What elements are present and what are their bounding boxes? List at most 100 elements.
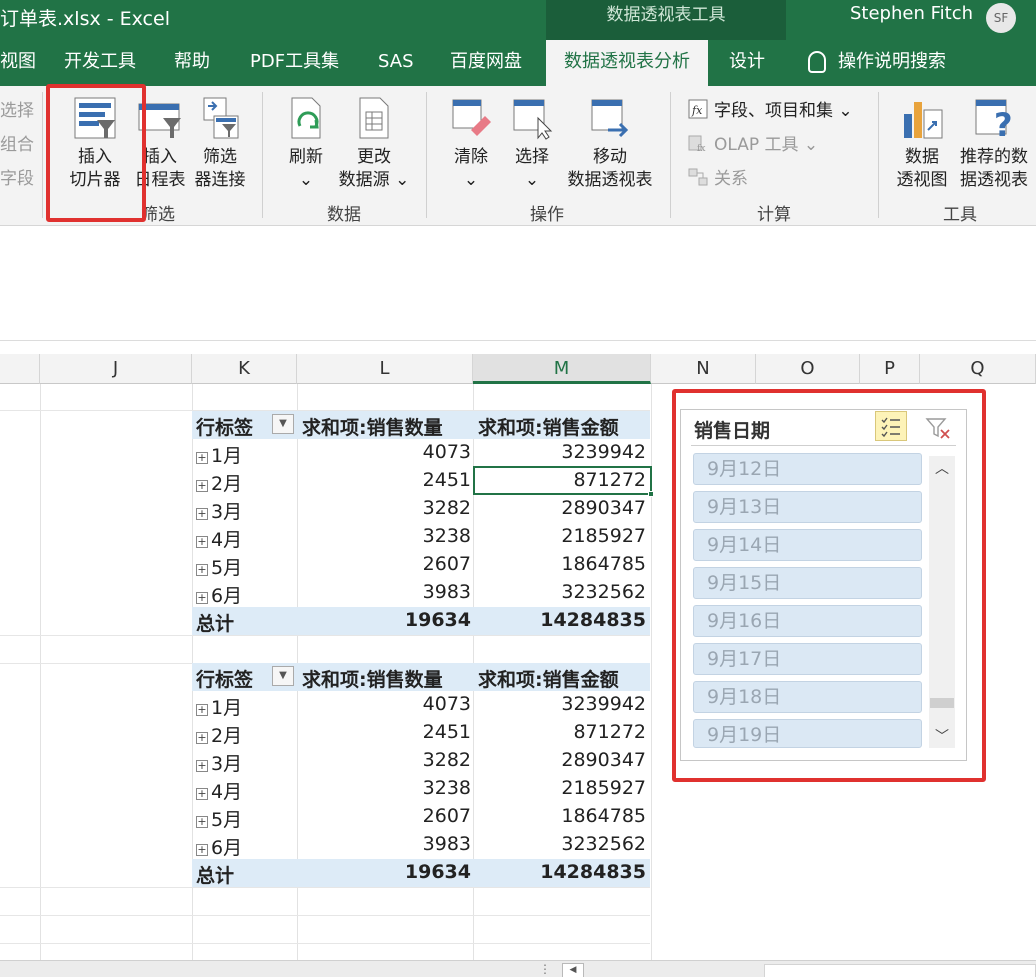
expand-icon[interactable]: + — [196, 732, 208, 744]
pivot1-row[interactable]: +4月 3238 2185927 — [192, 523, 650, 551]
pivot1-row[interactable]: +5月 2607 1864785 — [192, 551, 650, 579]
pivot2-row[interactable]: +4月 3238 2185927 — [192, 775, 650, 803]
change-data-source-button[interactable]: 更改 数据源 ⌄ — [336, 96, 412, 192]
clear-icon — [452, 99, 491, 136]
column-header-o[interactable]: O — [756, 354, 860, 384]
tab-developer[interactable]: 开发工具 — [64, 40, 136, 86]
move-pivottable-button[interactable]: 移动 数据透视表 — [562, 96, 658, 192]
qty-value: 3238 — [422, 525, 471, 547]
pivot2-row[interactable]: +3月 3282 2890347 — [192, 747, 650, 775]
select-icon — [513, 99, 553, 140]
relationships-icon — [688, 168, 708, 186]
expand-icon[interactable]: + — [196, 508, 208, 520]
field-button[interactable]: 字段 — [0, 164, 34, 189]
relationships-button[interactable]: 关系 — [688, 164, 748, 189]
select-button[interactable]: 选择 ⌄ — [508, 96, 556, 192]
grand-total-label: 总计 — [196, 613, 235, 635]
filter-connections-label-1: 筛选 — [203, 147, 237, 167]
actions-group-label: 操作 — [530, 205, 564, 225]
expand-icon[interactable]: + — [196, 844, 208, 856]
qty-value: 2451 — [422, 721, 471, 743]
recommended-pivottables-button[interactable]: ? 推荐的数 据透视表 — [954, 96, 1034, 192]
select-group-button[interactable]: 选择 — [0, 96, 34, 121]
column-header-k[interactable]: K — [192, 354, 297, 384]
expand-icon[interactable]: + — [196, 788, 208, 800]
qty-value: 2607 — [422, 553, 471, 575]
column-header-l[interactable]: L — [297, 354, 473, 384]
fields-items-sets-button[interactable]: fx 字段、项目和集 ⌄ — [688, 96, 853, 121]
tell-me-search[interactable]: 操作说明搜索 — [808, 40, 946, 86]
olap-tools-button[interactable]: fx OLAP 工具 ⌄ — [688, 130, 818, 155]
tab-pdf-tools[interactable]: PDF工具集 — [250, 40, 339, 86]
olap-icon: fx — [688, 135, 705, 154]
column-header-j[interactable]: J — [40, 354, 192, 384]
pivot1-total-row[interactable]: 总计 19634 14284835 — [192, 607, 650, 635]
row-labels-filter-button[interactable]: ▼ — [272, 666, 294, 686]
month-label: 3月 — [211, 753, 243, 775]
tab-baidu-netdisk[interactable]: 百度网盘 — [450, 40, 522, 86]
row-labels-filter-button[interactable]: ▼ — [272, 414, 294, 434]
refresh-icon — [291, 97, 321, 139]
pivot2-row[interactable]: +1月 4073 3239942 — [192, 691, 650, 719]
expand-icon[interactable]: + — [196, 480, 208, 492]
expand-icon[interactable]: + — [196, 564, 208, 576]
expand-icon[interactable]: + — [196, 816, 208, 828]
clear-label-1: 清除 — [454, 147, 488, 167]
move-pivot-label-1: 移动 — [593, 147, 627, 167]
horizontal-scrollbar[interactable] — [764, 964, 1036, 977]
grand-total-qty: 19634 — [404, 609, 471, 631]
select-dropdown: ⌄ — [524, 170, 540, 190]
column-header-i[interactable] — [0, 354, 40, 384]
expand-icon[interactable]: + — [196, 536, 208, 548]
gridline — [0, 915, 650, 916]
pivot2-row[interactable]: +2月 2451 871272 — [192, 719, 650, 747]
lightbulb-icon — [808, 51, 826, 73]
sheet-tab-splitter[interactable]: ⋮ — [539, 962, 551, 976]
pivot2-header-row: 行标签 ▼ 求和项:销售数量 求和项:销售金额 — [192, 663, 650, 691]
user-name[interactable]: Stephen Fitch — [850, 3, 973, 24]
fx-icon: fx — [688, 99, 708, 119]
pivot2-total-row[interactable]: 总计 19634 14284835 — [192, 859, 650, 887]
qty-value: 3983 — [422, 581, 471, 603]
tab-pivottable-analyze[interactable]: 数据透视表分析 — [546, 40, 708, 86]
tab-view[interactable]: 视图 — [0, 40, 36, 86]
qty-value: 3983 — [422, 833, 471, 855]
tab-sas[interactable]: SAS — [378, 40, 414, 86]
refresh-button[interactable]: 刷新 ⌄ — [280, 96, 332, 192]
filter-connections-label-2: 器连接 — [194, 170, 246, 190]
column-header-p[interactable]: P — [860, 354, 920, 384]
amount-value: 1864785 — [561, 553, 646, 575]
avatar[interactable]: SF — [986, 3, 1016, 33]
grand-total-label: 总计 — [196, 865, 235, 887]
expand-icon[interactable]: + — [196, 704, 208, 716]
tab-help[interactable]: 帮助 — [174, 40, 210, 86]
amount-value: 2890347 — [561, 497, 646, 519]
month-label: 2月 — [211, 725, 243, 747]
pivot2-row[interactable]: +5月 2607 1864785 — [192, 803, 650, 831]
clear-button[interactable]: 清除 ⌄ — [446, 96, 496, 192]
expand-icon[interactable]: + — [196, 592, 208, 604]
filter-connections-button[interactable]: 筛选 器连接 — [188, 96, 252, 192]
active-cell-selection[interactable] — [473, 466, 654, 497]
scroll-left-icon[interactable]: ◀ — [562, 963, 584, 977]
group-separator — [670, 92, 671, 218]
pivot1-row[interactable]: +1月 4073 3239942 — [192, 439, 650, 467]
amount-value: 3239942 — [561, 441, 646, 463]
refresh-dropdown: ⌄ — [298, 170, 314, 190]
expand-icon[interactable]: + — [196, 452, 208, 464]
amount-value: 3232562 — [561, 833, 646, 855]
column-header-n[interactable]: N — [651, 354, 756, 384]
pivot1-row[interactable]: +6月 3983 3232562 — [192, 579, 650, 607]
ribbon: 选择 组合 字段 插入 切片器 插入 日程表 筛选 器连接 筛选 刷新 ⌄ 更改… — [0, 84, 1036, 226]
tab-design[interactable]: 设计 — [729, 40, 765, 86]
column-header-m[interactable]: M — [473, 354, 651, 384]
expand-icon[interactable]: + — [196, 760, 208, 772]
month-label: 1月 — [211, 445, 243, 467]
pivot1-row[interactable]: +3月 3282 2890347 — [192, 495, 650, 523]
pivotchart-button[interactable]: 数据 透视图 — [892, 96, 952, 192]
group-field-button[interactable]: 组合 — [0, 130, 34, 155]
title-bar: 订单表.xlsx - Excel 数据透视表工具 Stephen Fitch S… — [0, 0, 1036, 40]
fill-handle[interactable] — [648, 491, 654, 497]
pivot2-row[interactable]: +6月 3983 3232562 — [192, 831, 650, 859]
column-header-q[interactable]: Q — [920, 354, 1036, 384]
